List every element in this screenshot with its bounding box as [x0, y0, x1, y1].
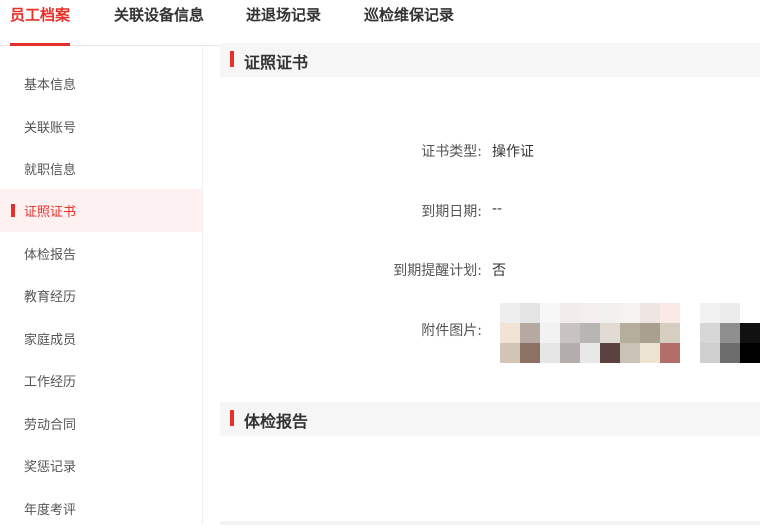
- field-label-expiry-reminder: 到期提醒计划:: [393, 263, 482, 279]
- sidebar: 基本信息 关联账号 就职信息 证照证书 体检报告 教育经历 家庭成员 工作经历 …: [0, 46, 203, 525]
- sidebar-item-certificates[interactable]: 证照证书: [0, 189, 202, 232]
- sidebar-item-work-experience[interactable]: 工作经历: [0, 359, 202, 402]
- field-label-cert-type: 证书类型:: [421, 144, 482, 160]
- tab-label: 巡检维保记录: [364, 6, 455, 24]
- sidebar-item-label: 证照证书: [24, 205, 77, 220]
- attachment-thumbnail[interactable]: [500, 303, 540, 363]
- field-value-expiry-reminder: 否: [492, 263, 506, 279]
- sidebar-item-physical-report[interactable]: 体检报告: [0, 232, 202, 275]
- sidebar-item-rewards-penalties[interactable]: 奖惩记录: [0, 444, 202, 487]
- attachment-thumbnail[interactable]: [700, 303, 760, 363]
- sidebar-item-annual-review[interactable]: 年度考评: [0, 487, 202, 530]
- sidebar-item-label: 年度考评: [24, 503, 77, 518]
- sidebar-item-label: 关联账号: [24, 121, 77, 136]
- active-marker: [11, 204, 15, 217]
- section-accent-bar: [230, 410, 234, 426]
- tab-employee-archive[interactable]: 员工档案: [10, 0, 71, 46]
- sidebar-item-employment-info[interactable]: 就职信息: [0, 147, 202, 190]
- tab-label: 员工档案: [10, 6, 71, 24]
- tab-inspection-maintenance[interactable]: 巡检维保记录: [364, 0, 454, 46]
- sidebar-item-basic-info[interactable]: 基本信息: [0, 62, 202, 105]
- sidebar-item-label: 基本信息: [24, 78, 77, 93]
- field-value-cert-type: 操作证: [492, 144, 534, 160]
- section-title: 证照证书: [244, 53, 309, 72]
- sidebar-item-education[interactable]: 教育经历: [0, 274, 202, 317]
- sidebar-item-linked-account[interactable]: 关联账号: [0, 105, 202, 148]
- tab-entry-exit-records[interactable]: 进退场记录: [246, 0, 321, 46]
- tab-linked-devices[interactable]: 关联设备信息: [114, 0, 204, 46]
- field-label-expiry-date: 到期日期:: [421, 204, 482, 220]
- sidebar-item-label: 家庭成员: [24, 333, 77, 348]
- sidebar-item-label: 体检报告: [24, 248, 77, 263]
- sidebar-item-labor-contract[interactable]: 劳动合同: [0, 402, 202, 445]
- sidebar-item-label: 劳动合同: [24, 418, 77, 433]
- tab-label: 关联设备信息: [114, 6, 205, 24]
- sidebar-item-label: 工作经历: [24, 375, 77, 390]
- attachment-thumbnail[interactable]: [540, 303, 680, 363]
- sidebar-item-label: 就职信息: [24, 163, 77, 178]
- field-value-expiry-date: --: [492, 201, 503, 217]
- sidebar-item-label: 奖惩记录: [24, 460, 77, 475]
- top-tab-bar: 员工档案 关联设备信息 进退场记录 巡检维保记录: [0, 0, 760, 46]
- sidebar-item-label: 教育经历: [24, 290, 77, 305]
- section-title: 体检报告: [244, 412, 309, 431]
- tab-label: 进退场记录: [246, 6, 322, 24]
- section-divider: [220, 521, 760, 525]
- sidebar-item-family[interactable]: 家庭成员: [0, 317, 202, 360]
- section-accent-bar: [230, 51, 234, 67]
- field-label-attachments: 附件图片:: [421, 323, 482, 339]
- section-header-physical-report: 体检报告: [220, 402, 760, 436]
- section-header-certificates: 证照证书: [220, 43, 760, 77]
